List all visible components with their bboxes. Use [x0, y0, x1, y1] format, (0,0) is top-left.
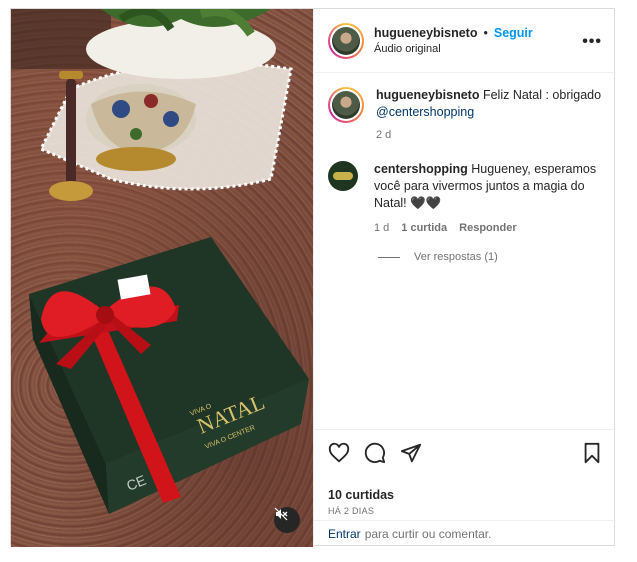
comment-username[interactable]: centershopping	[374, 162, 468, 176]
author-username[interactable]: hugueneybisneto	[374, 26, 477, 40]
login-prompt: Entrar para curtir ou comentar.	[314, 520, 616, 547]
separator-dot: •	[483, 26, 488, 40]
brand-logo-icon	[333, 172, 353, 180]
reply-button[interactable]: Responder	[459, 220, 516, 237]
post-header: hugueneybisneto • Seguir Áudio original …	[314, 9, 616, 73]
audio-label[interactable]: Áudio original	[374, 43, 533, 55]
comment-likes[interactable]: 1 curtida	[401, 220, 447, 237]
likes-count[interactable]: 10 curtidas	[328, 488, 394, 502]
login-prompt-text: para curtir ou comentar.	[364, 527, 492, 541]
comment-age[interactable]: 1 d	[374, 220, 389, 237]
muted-speaker-icon	[274, 507, 288, 521]
author-avatar[interactable]	[328, 22, 364, 59]
login-link[interactable]: Entrar	[328, 527, 361, 541]
photo-scene: NATAL VIVA O VIVA O CENTER CE	[11, 9, 309, 514]
author-photo	[332, 26, 360, 55]
heart-icon[interactable]	[328, 442, 350, 464]
comment-item: centershopping Hugueney, esperamos você …	[328, 161, 609, 237]
view-replies-label: Ver respostas (1)	[414, 251, 498, 263]
post-panel: hugueneybisneto • Seguir Áudio original …	[313, 9, 616, 547]
caption-avatar[interactable]	[328, 87, 364, 123]
post-photo[interactable]: NATAL VIVA O VIVA O CENTER CE	[11, 9, 313, 547]
post-time[interactable]: HÁ 2 DIAS	[328, 506, 374, 516]
mute-button[interactable]	[274, 507, 300, 533]
caption-block: hugueneybisneto Feliz Natal : obrigado @…	[328, 87, 611, 144]
post-card: NATAL VIVA O VIVA O CENTER CE hugueneybi…	[10, 8, 616, 547]
bookmark-icon[interactable]	[582, 442, 602, 464]
commenter-avatar[interactable]	[328, 161, 358, 191]
follow-button[interactable]: Seguir	[494, 26, 533, 40]
share-icon[interactable]	[400, 442, 422, 464]
caption-age[interactable]: 2 d	[376, 127, 391, 144]
replies-divider	[378, 256, 400, 258]
comment-icon[interactable]	[364, 442, 386, 464]
caption-mention[interactable]: @centershopping	[376, 105, 474, 119]
more-options-icon[interactable]: •••	[582, 33, 602, 51]
view-replies-button[interactable]: Ver respostas (1)	[378, 251, 498, 263]
caption-text: Feliz Natal : obrigado	[482, 88, 602, 102]
caption-username[interactable]: hugueneybisneto	[376, 88, 479, 102]
